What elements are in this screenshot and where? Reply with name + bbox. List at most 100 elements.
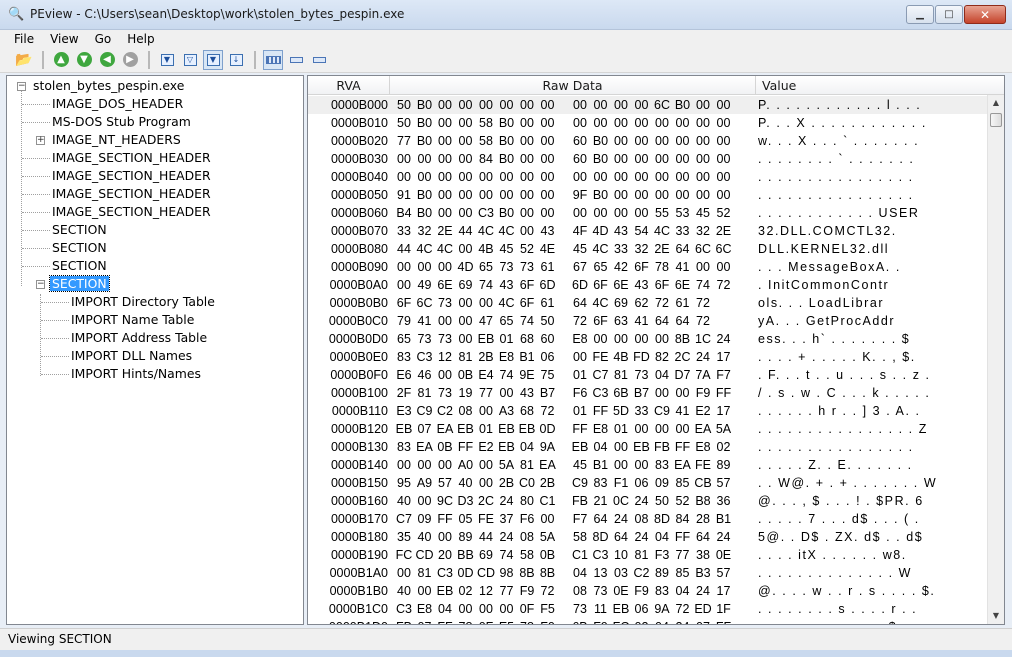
menu-go[interactable]: Go <box>87 32 120 46</box>
byte-cell: 65 <box>593 260 608 274</box>
byte-cell: C9 <box>654 404 670 418</box>
tree-item-image-nt-headers[interactable]: IMAGE_NT_HEADERS <box>50 131 183 149</box>
byte-cell: 00 <box>397 170 411 184</box>
view-word-icon[interactable]: ▽ <box>180 50 200 70</box>
expand-icon[interactable]: + <box>36 136 45 145</box>
value-cell: / . s . w . C . . . k . . . . . <box>758 386 931 400</box>
view-qword-icon[interactable]: ↓ <box>226 50 246 70</box>
tree-item-image-dos-header[interactable]: IMAGE_DOS_HEADER <box>50 95 185 113</box>
tree-item-section[interactable]: SECTION <box>50 257 109 275</box>
forward-icon[interactable]: ▼ <box>74 50 94 70</box>
table-row[interactable]: 0000B000 50 B0 00 00 00 00 00 00 00 00 00 00 6C B0 00 00… <box>308 96 988 114</box>
table-row[interactable]: 0000B190 FC CD 20 BB 69 74 58 0B C1 C3 10 81 F3 77 38 0E… <box>308 546 988 564</box>
collapse-icon[interactable]: − <box>17 82 26 91</box>
tree-item-section-header[interactable]: IMAGE_SECTION_HEADER <box>50 167 213 185</box>
data-panel[interactable]: RVA Raw Data Value 0000B000 50 B0 00 00 00 00 0… <box>307 75 1005 625</box>
table-row[interactable]: 0000B0A0 00 49 6E 69 74 43 6F 6D 6D 6F 6E 43 6F 6E 74 72… <box>308 276 988 294</box>
column-header-value[interactable]: Value <box>756 76 1004 95</box>
tree-panel[interactable]: − stolen_bytes_pespin.exe IMAGE_DOS_HEAD… <box>6 75 304 625</box>
table-row[interactable]: 0000B040 00 00 00 00 00 00 00 00 00 00 00 00 00 00 00 00… <box>308 168 988 186</box>
byte-cell: 00 <box>655 386 669 400</box>
close-button[interactable]: ✕ <box>964 5 1006 24</box>
tree-item-section-header[interactable]: IMAGE_SECTION_HEADER <box>50 203 213 221</box>
tree-item-import-directory-table[interactable]: IMPORT Directory Table <box>69 293 217 311</box>
byte-cell: 85 <box>675 476 690 490</box>
byte-cell: 72 <box>573 314 587 328</box>
table-row[interactable]: 0000B060 B4 B0 00 00 C3 B0 00 00 00 00 00 00 55 53 45 52… <box>308 204 988 222</box>
menu-file[interactable]: File <box>6 32 42 46</box>
minimize-button[interactable]: ▁ <box>906 5 934 24</box>
back-icon[interactable]: ▲ <box>51 50 71 70</box>
table-row[interactable]: 0000B080 44 4C 4C 00 4B 45 52 4E 45 4C 33 32 2E 64 6C 6C… <box>308 240 988 258</box>
byte-cell: 0F <box>519 602 535 616</box>
tree-item-section-header[interactable]: IMAGE_SECTION_HEADER <box>50 185 213 203</box>
disabled-nav-icon[interactable]: ▶ <box>120 50 140 70</box>
column-header-raw-data[interactable]: Raw Data <box>390 76 756 95</box>
maximize-button[interactable]: □ <box>935 5 963 24</box>
tree-item-import-hints-names[interactable]: IMPORT Hints/Names <box>69 365 203 383</box>
value-cell: yA. . . GetProcAddr <box>758 314 896 328</box>
table-row[interactable]: 0000B020 77 B0 00 00 58 B0 00 00 60 B0 00 00 00 00 00 00… <box>308 132 988 150</box>
tree-item-section[interactable]: SECTION <box>50 221 109 239</box>
table-row[interactable]: 0000B150 95 A9 57 40 00 2B C0 2B C9 83 F1 06 09 85 CB 57… <box>308 474 988 492</box>
table-row[interactable]: 0000B120 EB 07 EA EB 01 EB EB 0D FF E8 01 00 00 00 EA 5A… <box>308 420 988 438</box>
tree-item-import-address-table[interactable]: IMPORT Address Table <box>69 329 209 347</box>
table-row[interactable]: 0000B110 E3 C9 C2 08 00 A3 68 72 01 FF 5D 33 C9 41 E2 17… <box>308 402 988 420</box>
table-row[interactable]: 0000B1D0FB07FF780FE578F06BF9FC02042407FF… <box>308 618 988 624</box>
byte-cell: 5A <box>498 458 515 472</box>
table-row[interactable]: 0000B170 C7 09 FF 05 FE 37 F6 00 F7 64 24 08 8D 84 28 B1… <box>308 510 988 528</box>
byte-cell: B0 <box>498 206 515 220</box>
byte-cell: 72 <box>675 602 690 616</box>
table-row[interactable]: 0000B100 2F 81 73 19 77 00 43 B7 F6 C3 6B B7 00 00 F9 FF… <box>308 384 988 402</box>
tree-item-section-header[interactable]: IMAGE_SECTION_HEADER <box>50 149 213 167</box>
view-array-icon[interactable] <box>286 50 306 70</box>
view-single-icon[interactable] <box>309 50 329 70</box>
menu-help[interactable]: Help <box>119 32 162 46</box>
column-header-rva[interactable]: RVA <box>308 76 390 95</box>
tree-item-import-name-table[interactable]: IMPORT Name Table <box>69 311 196 329</box>
tree-item-section-selected[interactable]: SECTION <box>49 275 110 293</box>
byte-cell: FE <box>695 458 711 472</box>
up-icon[interactable]: ◀ <box>97 50 117 70</box>
view-hex-icon[interactable] <box>263 49 283 70</box>
table-row[interactable]: 0000B0F0 E6 46 00 0B E4 74 9E 75 01 C7 81 73 04 D7 7A F7… <box>308 366 988 384</box>
tree-item-ms-dos-stub[interactable]: MS-DOS Stub Program <box>50 113 193 131</box>
menu-view[interactable]: View <box>42 32 86 46</box>
table-row[interactable]: 0000B050 91 B0 00 00 00 00 00 00 9F B0 00 00 00 00 00 00… <box>308 186 988 204</box>
byte-cell: 00 <box>458 602 473 616</box>
table-row[interactable]: 0000B0D0 65 73 73 00 EB 01 68 60 E8 00 00 00 00 8B 1C 24… <box>308 330 988 348</box>
table-row[interactable]: 0000B180 35 40 00 89 44 24 08 5A 58 8D 64 24 04 FF 64 24… <box>308 528 988 546</box>
open-icon[interactable]: 📂 <box>14 50 34 70</box>
table-row[interactable]: 0000B010 50 B0 00 00 58 B0 00 00 00 00 00 00 00 00 00 00… <box>308 114 988 132</box>
collapse-icon[interactable]: − <box>36 280 45 289</box>
table-row[interactable]: 0000B140 00 00 00 A0 00 5A 81 EA 45 B1 00 00 83 EA FE 89… <box>308 456 988 474</box>
byte-cell: 58 <box>520 548 534 562</box>
scroll-thumb[interactable] <box>990 113 1002 127</box>
scroll-up-icon[interactable]: ▲ <box>988 95 1004 111</box>
table-row[interactable]: 0000B0C0 79 41 00 00 47 65 74 50 72 6F 63 41 64 64 72 yA… <box>308 312 988 330</box>
view-dword-icon[interactable]: ▼ <box>203 49 223 70</box>
table-row[interactable]: 0000B0B0 6F 6C 73 00 00 4C 6F 61 64 4C 69 62 72 61 72 ol… <box>308 294 988 312</box>
scroll-down-icon[interactable]: ▼ <box>988 608 1004 624</box>
rva-cell: 0000B090 <box>330 260 388 274</box>
byte-cell: 00 <box>634 458 649 472</box>
byte-cell: 6E <box>674 278 691 292</box>
view-byte-icon[interactable]: ▼ <box>157 50 177 70</box>
table-row[interactable]: 0000B1B0 40 00 EB 02 12 77 F9 72 08 73 0E F9 83 04 24 17… <box>308 582 988 600</box>
tree-connector <box>41 338 69 339</box>
table-row[interactable]: 0000B030 00 00 00 00 84 B0 00 00 60 B0 00 00 00 00 00 00… <box>308 150 988 168</box>
vertical-scrollbar[interactable]: ▲ ▼ <box>987 95 1004 624</box>
table-row[interactable]: 0000B130 83 EA 0B FF E2 EB 04 9A EB 04 00 EB FB FF E8 02… <box>308 438 988 456</box>
table-row[interactable]: 0000B160 40 00 9C D3 2C 24 80 C1 FB 21 0C 24 50 52 B8 36… <box>308 492 988 510</box>
table-row[interactable]: 0000B1C0 C3 E8 04 00 00 00 0F F5 73 11 EB 06 9A 72 ED 1F… <box>308 600 988 618</box>
table-row[interactable]: 0000B1A0 00 81 C3 0D CD 98 8B 8B 04 13 03 C2 89 85 B3 57… <box>308 564 988 582</box>
byte-cell: 77 <box>479 386 493 400</box>
table-row[interactable]: 0000B0E0 83 C3 12 81 2B E8 B1 06 00 FE 4B FD 82 2C 24 17… <box>308 348 988 366</box>
tree-item-import-dll-names[interactable]: IMPORT DLL Names <box>69 347 194 365</box>
table-row[interactable]: 0000B090 00 00 00 4D 65 73 73 61 67 65 42 6F 78 41 00 00… <box>308 258 988 276</box>
table-row[interactable]: 0000B070 33 32 2E 44 4C 4C 00 43 4F 4D 43 54 4C 33 32 2E… <box>308 222 988 240</box>
byte-cell: 2E <box>437 224 453 238</box>
tree-connector <box>41 374 69 375</box>
tree-root[interactable]: stolen_bytes_pespin.exe <box>31 77 186 95</box>
tree-item-section[interactable]: SECTION <box>50 239 109 257</box>
